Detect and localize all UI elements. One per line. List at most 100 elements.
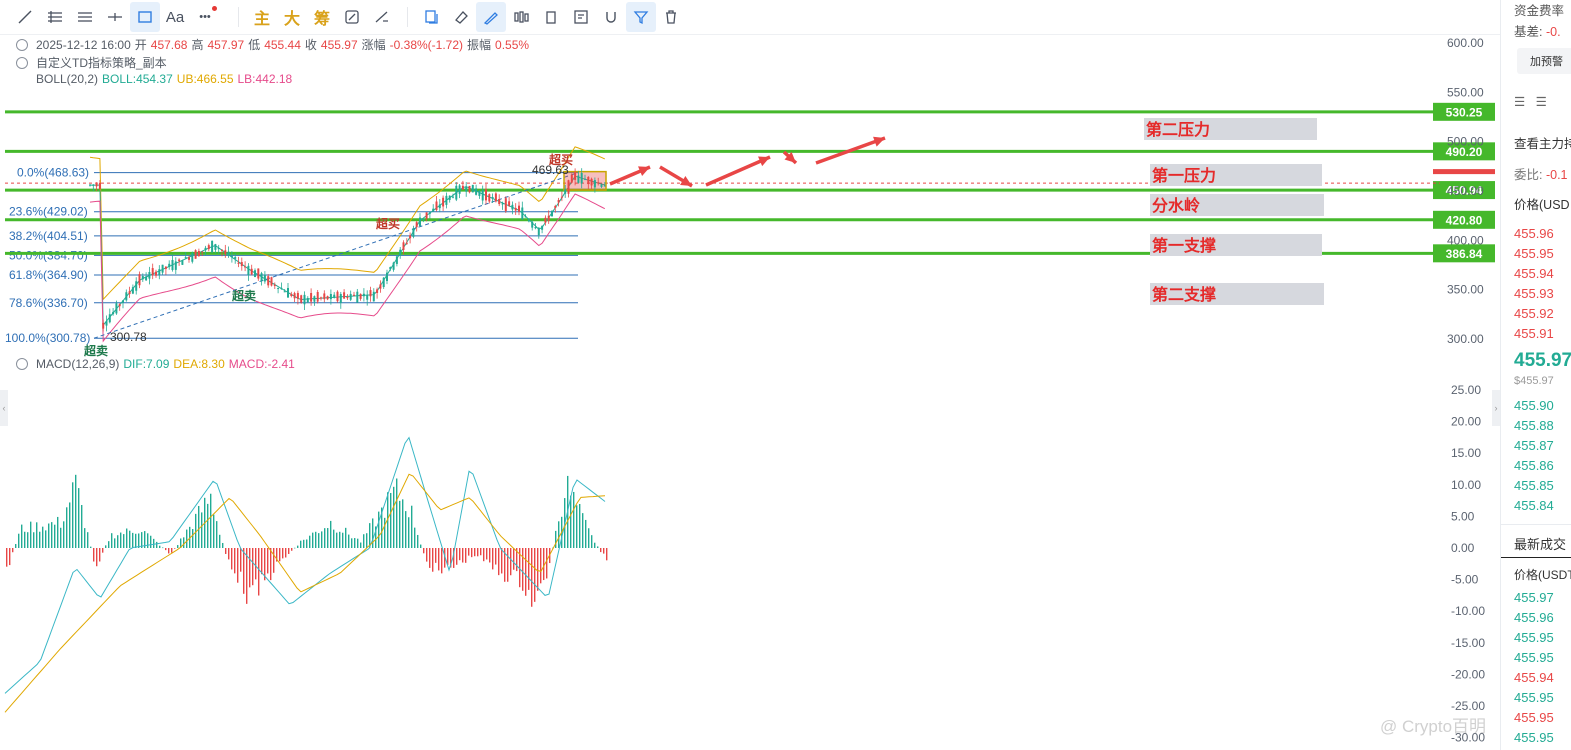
text-tool-icon[interactable]: Aa — [160, 2, 190, 32]
view-main-force-link[interactable]: 查看主力持 — [1514, 133, 1571, 152]
bid-price[interactable]: 455.85 — [1514, 478, 1554, 493]
candle-body — [260, 273, 263, 282]
macd-histogram-bar — [96, 548, 98, 567]
horizontal-line-tool-icon[interactable] — [100, 2, 130, 32]
candle-body — [141, 276, 144, 280]
candle-body — [300, 295, 303, 303]
macd-histogram-bar — [216, 521, 218, 548]
macd-histogram-bar — [45, 530, 47, 548]
macd-histogram-bar — [525, 548, 527, 596]
candle-body — [194, 250, 197, 259]
macd-histogram-bar — [537, 548, 539, 591]
boll-ub: UB:466.55 — [176, 72, 234, 86]
big-order-button[interactable]: 大 — [277, 2, 307, 32]
candle-body — [240, 262, 243, 267]
candle-body — [178, 259, 181, 261]
trash-icon[interactable] — [656, 2, 686, 32]
trade-price[interactable]: 455.95 — [1514, 710, 1554, 725]
candle-body — [313, 296, 316, 302]
macd-histogram-bar — [483, 548, 485, 562]
measure-tool-icon[interactable] — [367, 2, 397, 32]
ask-price[interactable]: 455.92 — [1514, 306, 1554, 321]
macd-histogram-bar — [117, 535, 119, 548]
candle-body — [488, 194, 491, 202]
trade-price[interactable]: 455.96 — [1514, 610, 1554, 625]
trade-price[interactable]: 455.97 — [1514, 590, 1554, 605]
macd-histogram-bar — [402, 499, 404, 548]
legend-change: -0.38%(-1.72) — [389, 37, 464, 52]
fib-label: 38.2%(404.51) — [9, 229, 88, 243]
candle-body — [554, 205, 557, 209]
main-indicator-button[interactable]: 主 — [247, 2, 277, 32]
ask-price[interactable]: 455.94 — [1514, 266, 1554, 281]
candle-type-icon[interactable] — [506, 2, 536, 32]
macd-histogram-bar — [156, 541, 158, 548]
candle-body — [145, 276, 148, 281]
ask-price[interactable]: 455.91 — [1514, 326, 1554, 341]
right-collapse-handle[interactable]: › — [1492, 390, 1500, 426]
macd-histogram-bar — [54, 524, 56, 548]
trend-line-tool-icon[interactable] — [10, 2, 40, 32]
candle-body — [290, 293, 293, 296]
price-chart[interactable]: 0.0%(468.63) 23.6%(429.02) 38.2%(404.51) 50… — [0, 34, 1500, 750]
strategy-visibility-icon[interactable] — [16, 56, 28, 69]
trade-price[interactable]: 455.95 — [1514, 650, 1554, 665]
bid-price[interactable]: 455.86 — [1514, 458, 1554, 473]
trade-price[interactable]: 455.94 — [1514, 670, 1554, 685]
magnet-icon[interactable] — [596, 2, 626, 32]
lock-icon[interactable] — [536, 2, 566, 32]
macd-visibility-icon[interactable] — [16, 358, 28, 370]
bid-price[interactable]: 455.88 — [1514, 418, 1554, 433]
ask-price[interactable]: 455.93 — [1514, 286, 1554, 301]
candle-body — [511, 204, 514, 210]
left-collapse-handle[interactable]: ‹ — [0, 390, 8, 426]
add-alert-button[interactable]: 加预警 — [1517, 48, 1571, 74]
candle-body — [227, 251, 230, 256]
basis-label: 基差: -0. — [1514, 21, 1561, 40]
macd-histogram-bar — [315, 531, 317, 548]
macd-histogram-bar — [321, 531, 323, 548]
order-book-sidebar: 资金费率 基差: -0. 加预警 ☰ ☰ 查看主力持 委比: -0.1 价格(U… — [1500, 0, 1571, 750]
macd-histogram-bar — [288, 548, 290, 554]
ask-price[interactable]: 455.96 — [1514, 226, 1554, 241]
bid-price[interactable]: 455.90 — [1514, 398, 1554, 413]
price-tick-label: 300.00 — [1447, 332, 1484, 346]
chips-button[interactable]: 筹 — [307, 2, 337, 32]
trade-price[interactable]: 455.95 — [1514, 690, 1554, 705]
visibility-icon[interactable] — [16, 38, 28, 51]
candle-body — [577, 175, 580, 183]
filter-icon[interactable] — [626, 2, 656, 32]
macd-histogram-bar — [324, 528, 326, 548]
candle-body — [164, 266, 167, 269]
more-tools-icon[interactable]: ••• — [190, 2, 220, 32]
copy-icon[interactable] — [416, 2, 446, 32]
candle-body — [524, 216, 527, 218]
trade-price[interactable]: 455.95 — [1514, 730, 1554, 745]
fibonacci-levels: 0.0%(468.63) 23.6%(429.02) 38.2%(404.51) 50… — [5, 166, 578, 345]
macd-histogram-bar — [84, 528, 86, 548]
last-price: 455.97 — [1514, 350, 1571, 371]
macd-histogram-bar — [570, 495, 572, 548]
parallel-lines-tool-icon[interactable] — [70, 2, 100, 32]
note-icon[interactable] — [566, 2, 596, 32]
candle-body — [508, 201, 511, 206]
bid-price[interactable]: 455.87 — [1514, 438, 1554, 453]
candle-body — [168, 263, 171, 267]
macd-histogram-bar — [273, 548, 275, 573]
boll-mid: BOLL:454.37 — [102, 72, 173, 86]
eraser-icon[interactable] — [446, 2, 476, 32]
ask-price[interactable]: 455.95 — [1514, 246, 1554, 261]
macd-histogram-bar — [132, 532, 134, 548]
fib-tool-icon[interactable] — [40, 2, 70, 32]
rectangle-tool-icon[interactable] — [130, 2, 160, 32]
macd-histogram-bar — [102, 548, 104, 553]
indicator-edit-icon[interactable] — [337, 2, 367, 32]
forecast-arrows — [609, 136, 886, 188]
drawing-toolbar: Aa ••• 主 大 筹 — [0, 0, 1500, 35]
macd-histogram-bar — [336, 532, 338, 548]
trade-price[interactable]: 455.95 — [1514, 630, 1554, 645]
macd-histogram-bar — [192, 529, 194, 548]
bid-price[interactable]: 455.84 — [1514, 498, 1554, 513]
book-view-icons[interactable]: ☰ ☰ — [1514, 94, 1547, 109]
brush-icon[interactable] — [476, 2, 506, 32]
